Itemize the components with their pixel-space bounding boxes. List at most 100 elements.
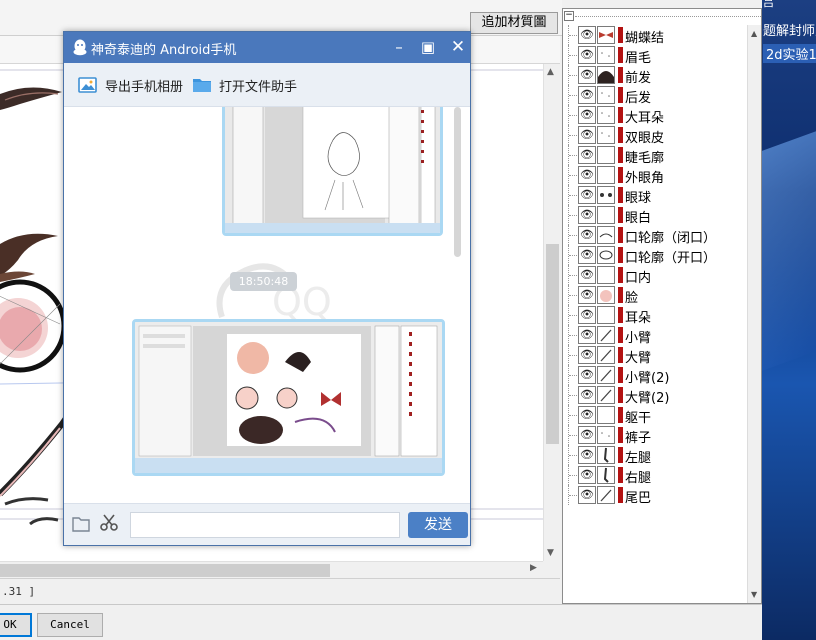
close-icon[interactable]: ✕ [448, 37, 468, 57]
layer-row[interactable]: 👁 眉毛 [563, 45, 747, 66]
eye-icon[interactable]: 👁 [578, 386, 596, 404]
layer-row[interactable]: 👁 后发 [563, 85, 747, 106]
layer-color-marker [618, 187, 623, 203]
layer-row[interactable]: 👁 大臂 [563, 345, 747, 366]
scroll-down-arrow-icon[interactable]: ▼ [751, 590, 757, 599]
layer-name: 双眼皮 [625, 131, 665, 146]
canvas-horizontal-scrollbar[interactable]: ▶ [0, 561, 543, 578]
layer-row[interactable]: 👁 前发 [563, 65, 747, 86]
eye-icon[interactable]: 👁 [578, 66, 596, 84]
layer-row[interactable]: 👁 小臂 [563, 325, 747, 346]
layer-color-marker [618, 27, 623, 43]
layer-row[interactable]: 👁 裤子 [563, 425, 747, 446]
layer-row[interactable]: 👁 双眼皮 [563, 125, 747, 146]
eye-icon[interactable]: 👁 [578, 126, 596, 144]
layer-thumbnail [597, 206, 615, 224]
layer-row[interactable]: 👁 小臂(2) [563, 365, 747, 386]
send-file-folder-icon[interactable] [72, 516, 90, 532]
layer-name: 眼球 [625, 191, 652, 206]
layer-thumbnail [597, 446, 615, 464]
layer-panel: − 👁 蝴蝶结 👁 眉毛 👁 前发 👁 后发 👁 大耳朵 👁 双眼皮 👁 睫毛廓 👁 外眼角 👁 眼球 👁 眼白 👁 口轮… [562, 8, 762, 604]
eye-icon[interactable]: 👁 [578, 266, 596, 284]
chat-scroll-thumb[interactable] [454, 107, 461, 257]
eye-icon[interactable]: 👁 [578, 406, 596, 424]
layer-row[interactable]: 👁 耳朵 [563, 305, 747, 326]
chat-history: QQ 18:50:48 [64, 107, 470, 503]
eye-icon[interactable]: 👁 [578, 246, 596, 264]
eye-icon[interactable]: 👁 [578, 286, 596, 304]
scroll-down-arrow-icon[interactable]: ▼ [547, 548, 554, 558]
eye-icon[interactable]: 👁 [578, 326, 596, 344]
layer-row[interactable]: 👁 眼白 [563, 205, 747, 226]
eye-icon[interactable]: 👁 [578, 186, 596, 204]
send-button[interactable]: 发送 [408, 512, 468, 538]
chat-image-screenshot[interactable] [132, 319, 445, 476]
layer-row[interactable]: 👁 外眼角 [563, 165, 747, 186]
layer-row[interactable]: 👁 右腿 [563, 465, 747, 486]
scroll-right-arrow-icon[interactable]: ▶ [530, 563, 537, 573]
eye-icon[interactable]: 👁 [578, 306, 596, 324]
layer-row[interactable]: 👁 大臂(2) [563, 385, 747, 406]
scroll-up-arrow-icon[interactable]: ▲ [547, 67, 554, 77]
screenshot-preview [135, 322, 442, 473]
export-photos-button[interactable]: 导出手机相册 [78, 73, 183, 97]
desktop-icon-label-selected[interactable]: 2d实验1 [763, 44, 816, 63]
add-material-button[interactable]: 追加材質圖 [470, 12, 558, 34]
scissors-icon[interactable] [100, 514, 118, 532]
eye-icon[interactable]: 👁 [578, 466, 596, 484]
layer-row[interactable]: 👁 左腿 [563, 445, 747, 466]
message-timestamp: 18:50:48 [230, 272, 297, 291]
scroll-up-arrow-icon[interactable]: ▲ [751, 29, 757, 38]
layer-color-marker [618, 227, 623, 243]
eye-icon[interactable]: 👁 [578, 346, 596, 364]
minimize-icon[interactable]: – [389, 37, 409, 57]
layer-name: 小臂 [625, 331, 652, 346]
eye-icon[interactable]: 👁 [578, 46, 596, 64]
layer-panel-scrollbar[interactable]: ▲ ▼ [747, 25, 761, 603]
eye-icon[interactable]: 👁 [578, 426, 596, 444]
layer-thumbnail [597, 366, 615, 384]
eye-icon[interactable]: 👁 [578, 486, 596, 504]
open-file-helper-label: 打开文件助手 [219, 79, 298, 95]
eye-icon[interactable]: 👁 [578, 146, 596, 164]
layer-row[interactable]: 👁 口内 [563, 265, 747, 286]
collapse-tree-icon[interactable]: − [564, 11, 574, 21]
eye-icon[interactable]: 👁 [578, 446, 596, 464]
layer-name: 尾巴 [625, 491, 652, 506]
cancel-button[interactable]: Cancel [37, 613, 103, 637]
layer-row[interactable]: 👁 蝴蝶结 [563, 25, 747, 46]
eye-icon[interactable]: 👁 [578, 86, 596, 104]
eye-icon[interactable]: 👁 [578, 26, 596, 44]
layer-row[interactable]: 👁 口轮廓（闭口） [563, 225, 747, 246]
layer-row[interactable]: 👁 睫毛廓 [563, 145, 747, 166]
layer-row[interactable]: 👁 尾巴 [563, 485, 747, 506]
open-file-helper-button[interactable]: 打开文件助手 [192, 73, 297, 97]
chat-scrollbar[interactable] [454, 107, 462, 503]
layer-thumbnail [597, 146, 615, 164]
chat-image-screenshot[interactable] [222, 107, 443, 236]
layer-row[interactable]: 👁 口轮廓（开口） [563, 245, 747, 266]
ok-button[interactable]: OK [0, 613, 32, 637]
layer-row[interactable]: 👁 眼球 [563, 185, 747, 206]
folder-icon [193, 79, 211, 92]
window-titlebar[interactable]: 神奇泰迪的 Android手机 – ▣ ✕ [64, 32, 470, 63]
maximize-icon[interactable]: ▣ [418, 37, 438, 57]
layer-row[interactable]: 👁 大耳朵 [563, 105, 747, 126]
eye-icon[interactable]: 👁 [578, 106, 596, 124]
layer-name: 右腿 [625, 471, 652, 486]
desktop-icon-label[interactable]: 题解封师人 [763, 20, 816, 39]
eye-icon[interactable]: 👁 [578, 206, 596, 224]
layer-row[interactable]: 👁 躯干 [563, 405, 747, 426]
layer-name: 左腿 [625, 451, 652, 466]
eye-icon[interactable]: 👁 [578, 226, 596, 244]
canvas-hscroll-thumb[interactable] [0, 564, 330, 577]
layer-thumbnail [597, 186, 615, 204]
eye-icon[interactable]: 👁 [578, 166, 596, 184]
layer-color-marker [618, 47, 623, 63]
desktop-icon-label[interactable]: 吕 [763, 0, 774, 10]
layer-row[interactable]: 👁 脸 [563, 285, 747, 306]
canvas-vscroll-thumb[interactable] [546, 244, 559, 444]
message-input[interactable] [130, 512, 400, 538]
eye-icon[interactable]: 👁 [578, 366, 596, 384]
canvas-vertical-scrollbar[interactable]: ▲ ▼ [543, 64, 560, 561]
